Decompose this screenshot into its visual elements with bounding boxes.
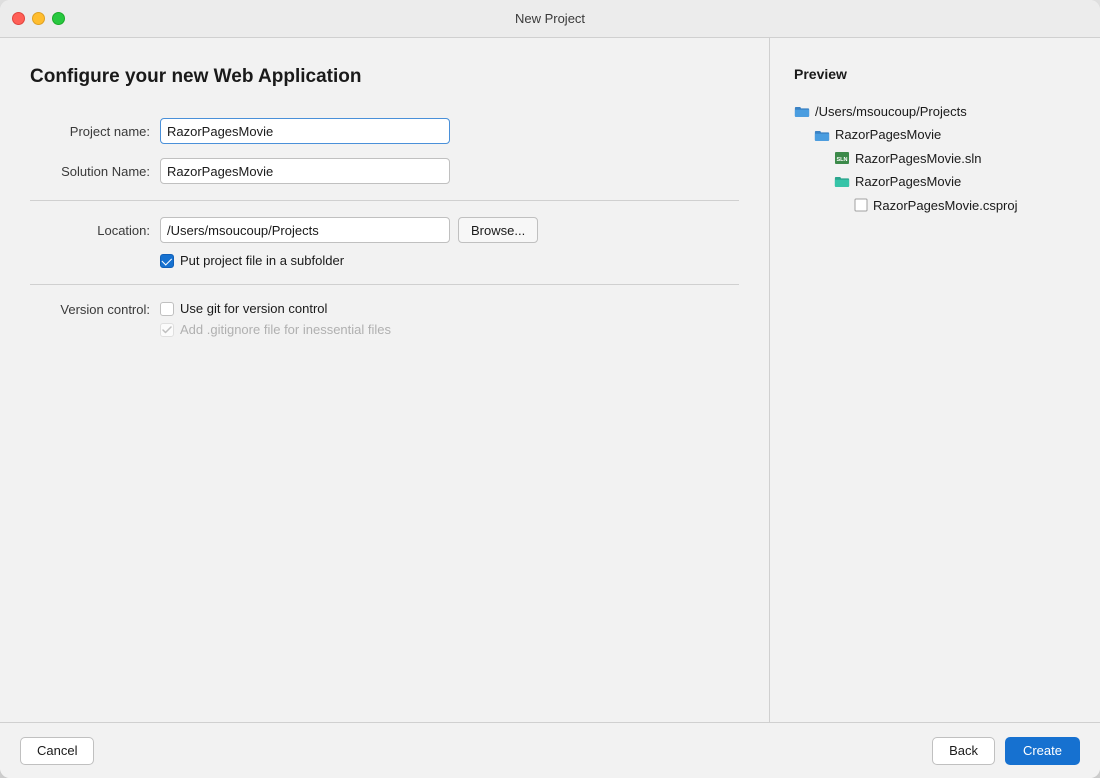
- list-item: SLN RazorPagesMovie.sln: [794, 147, 1076, 170]
- left-panel: Configure your new Web Application Proje…: [0, 38, 770, 722]
- preview-title: Preview: [794, 66, 1076, 82]
- divider-1: [30, 200, 739, 201]
- checkmark-icon: [162, 326, 172, 334]
- location-row: Location: Browse...: [30, 217, 739, 243]
- form-area: Project name: Solution Name: Location: B…: [30, 118, 739, 702]
- traffic-lights: [12, 12, 65, 25]
- main-content: Configure your new Web Application Proje…: [0, 38, 1100, 722]
- right-panel: Preview /Users/msoucoup/Projects: [770, 38, 1100, 722]
- page-title: Configure your new Web Application: [30, 66, 739, 88]
- use-git-label: Use git for version control: [180, 301, 327, 316]
- location-input[interactable]: [160, 217, 450, 243]
- sln-file-icon: SLN: [834, 151, 850, 165]
- maximize-button[interactable]: [52, 12, 65, 25]
- csproj-file-icon: [854, 198, 868, 212]
- list-item: RazorPagesMovie: [794, 170, 1076, 193]
- solution-name-input[interactable]: [160, 158, 450, 184]
- minimize-button[interactable]: [32, 12, 45, 25]
- project-name-label: Project name:: [30, 124, 150, 139]
- project-name-row: Project name:: [30, 118, 739, 144]
- create-button[interactable]: Create: [1005, 737, 1080, 765]
- folder-icon: [814, 129, 830, 142]
- tree-item-label: RazorPagesMovie: [835, 123, 941, 146]
- location-label: Location:: [30, 223, 150, 238]
- tree-item-label: /Users/msoucoup/Projects: [815, 100, 967, 123]
- folder-teal-icon: [834, 175, 850, 188]
- list-item: RazorPagesMovie: [794, 123, 1076, 146]
- version-control-row: Version control: Use git for version con…: [30, 301, 739, 337]
- folder-icon: [794, 105, 810, 118]
- list-item: RazorPagesMovie.csproj: [794, 194, 1076, 217]
- subfolder-row: Put project file in a subfolder: [160, 253, 739, 268]
- solution-name-row: Solution Name:: [30, 158, 739, 184]
- tree-item-label: RazorPagesMovie.sln: [855, 147, 981, 170]
- right-buttons: Back Create: [932, 737, 1080, 765]
- subfolder-label: Put project file in a subfolder: [180, 253, 344, 268]
- tree-item-label: RazorPagesMovie: [855, 170, 961, 193]
- new-project-window: New Project Configure your new Web Appli…: [0, 0, 1100, 778]
- file-tree: /Users/msoucoup/Projects RazorPagesMovie…: [794, 100, 1076, 217]
- tree-item-label: RazorPagesMovie.csproj: [873, 194, 1018, 217]
- solution-name-label: Solution Name:: [30, 164, 150, 179]
- list-item: /Users/msoucoup/Projects: [794, 100, 1076, 123]
- svg-text:SLN: SLN: [837, 157, 848, 163]
- title-bar: New Project: [0, 0, 1100, 38]
- bottom-bar: Cancel Back Create: [0, 722, 1100, 778]
- use-git-checkbox[interactable]: [160, 302, 174, 316]
- version-control-label: Version control:: [30, 301, 150, 317]
- gitignore-label: Add .gitignore file for inessential file…: [180, 322, 391, 337]
- close-button[interactable]: [12, 12, 25, 25]
- cancel-button[interactable]: Cancel: [20, 737, 94, 765]
- version-options: Use git for version control Add .gitigno…: [160, 301, 391, 337]
- subfolder-checkbox[interactable]: [160, 254, 174, 268]
- project-name-input[interactable]: [160, 118, 450, 144]
- window-title: New Project: [515, 11, 585, 26]
- use-git-row: Use git for version control: [160, 301, 391, 316]
- gitignore-row: Add .gitignore file for inessential file…: [160, 322, 391, 337]
- gitignore-checkbox[interactable]: [160, 323, 174, 337]
- browse-button[interactable]: Browse...: [458, 217, 538, 243]
- divider-2: [30, 284, 739, 285]
- back-button[interactable]: Back: [932, 737, 995, 765]
